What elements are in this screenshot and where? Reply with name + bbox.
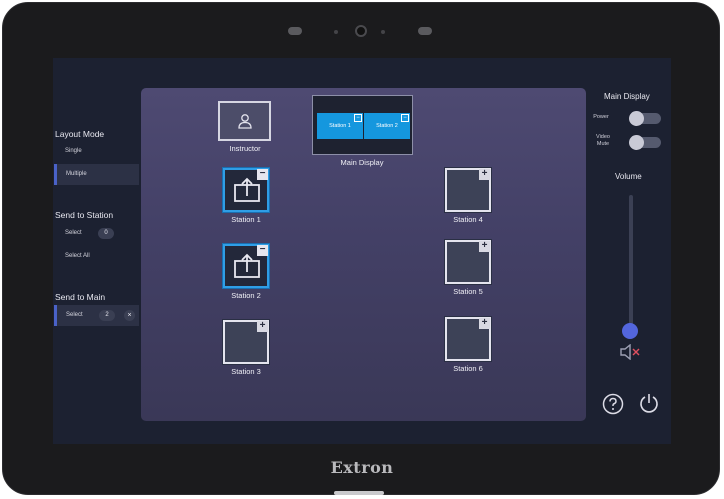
- station-3-label: Station 3: [231, 367, 261, 376]
- send-to-station-count: 0: [98, 228, 114, 239]
- station-5-tile[interactable]: +: [445, 240, 491, 284]
- station-2-remove-icon[interactable]: −: [257, 245, 268, 256]
- station-1-tile[interactable]: −: [223, 168, 269, 212]
- volume-slider-handle[interactable]: [622, 323, 638, 339]
- volume-slider[interactable]: [629, 195, 633, 331]
- main-display-slot-2-label: Station 2: [376, 123, 398, 129]
- layout-mode-single[interactable]: Single: [54, 141, 139, 162]
- station-4-tile[interactable]: +: [445, 168, 491, 212]
- volume-label: Volume: [615, 172, 642, 181]
- camera-icon: [355, 25, 367, 37]
- video-mute-toggle-knob: [629, 135, 644, 150]
- power-toggle-knob: [629, 111, 644, 126]
- station-4-add-icon[interactable]: +: [479, 169, 490, 180]
- video-mute-label: Video Mute: [596, 134, 610, 147]
- share-screen-icon: [234, 177, 260, 202]
- send-to-main-clear-button[interactable]: ×: [124, 310, 135, 321]
- power-icon[interactable]: [638, 392, 660, 414]
- station-5-add-icon[interactable]: +: [479, 241, 490, 252]
- send-to-main-count: 2: [99, 310, 115, 321]
- station-3-add-icon[interactable]: +: [257, 321, 268, 332]
- main-display-slot-2[interactable]: Station 2 −: [364, 113, 410, 139]
- station-2-tile[interactable]: −: [223, 244, 269, 288]
- send-to-station-select[interactable]: Select 0: [54, 223, 139, 244]
- main-display-label: Main Display: [340, 158, 384, 167]
- send-to-main-select-label: Select: [66, 312, 83, 318]
- bottom-connector: [334, 491, 384, 495]
- station-6-tile[interactable]: +: [445, 317, 491, 361]
- station-6-add-icon[interactable]: +: [479, 318, 490, 329]
- layout-canvas: Instructor Station 1 − Station 2 − Main …: [141, 88, 586, 421]
- sensor-left: [288, 27, 302, 35]
- power-toggle[interactable]: [629, 111, 661, 126]
- remove-slot-2-icon[interactable]: −: [401, 114, 409, 122]
- instructor-tile[interactable]: [218, 101, 271, 141]
- station-3-tile[interactable]: +: [223, 320, 269, 364]
- main-display-preview[interactable]: Station 1 − Station 2 −: [312, 95, 413, 155]
- station-1-remove-icon[interactable]: −: [257, 169, 268, 180]
- instructor-label: Instructor: [229, 144, 261, 153]
- mute-speaker-icon[interactable]: [619, 344, 643, 360]
- station-6-label: Station 6: [453, 364, 483, 373]
- send-to-station-select-label: Select: [65, 230, 82, 236]
- station-1-label: Station 1: [231, 215, 261, 224]
- sensor-dot-left: [334, 30, 338, 34]
- remove-slot-1-icon[interactable]: −: [354, 114, 362, 122]
- sensor-right: [418, 27, 432, 35]
- power-label: Power: [593, 114, 609, 120]
- video-mute-toggle[interactable]: [629, 135, 661, 150]
- send-to-main-title: Send to Main: [55, 292, 106, 302]
- layout-mode-title: Layout Mode: [55, 129, 105, 139]
- main-display-slot-1-label: Station 1: [329, 123, 351, 129]
- send-to-station-select-all[interactable]: Select All: [54, 246, 139, 267]
- brand-logo: Extron: [330, 458, 394, 477]
- station-5-label: Station 5: [453, 287, 483, 296]
- main-display-controls-title: Main Display: [604, 92, 650, 101]
- station-4-label: Station 4: [453, 215, 483, 224]
- station-2-label: Station 2: [231, 291, 261, 300]
- share-screen-icon: [234, 253, 260, 278]
- help-icon[interactable]: [602, 393, 624, 415]
- touch-screen: Layout Mode Single Multiple Send to Stat…: [53, 58, 671, 444]
- sensor-dot-right: [381, 30, 385, 34]
- send-to-main-select[interactable]: Select 2 ×: [54, 305, 139, 326]
- send-to-station-title: Send to Station: [55, 210, 114, 220]
- person-icon: [238, 114, 252, 129]
- main-display-slot-1[interactable]: Station 1 −: [317, 113, 363, 139]
- device-bezel: Layout Mode Single Multiple Send to Stat…: [2, 2, 720, 495]
- layout-mode-multiple[interactable]: Multiple: [54, 164, 139, 185]
